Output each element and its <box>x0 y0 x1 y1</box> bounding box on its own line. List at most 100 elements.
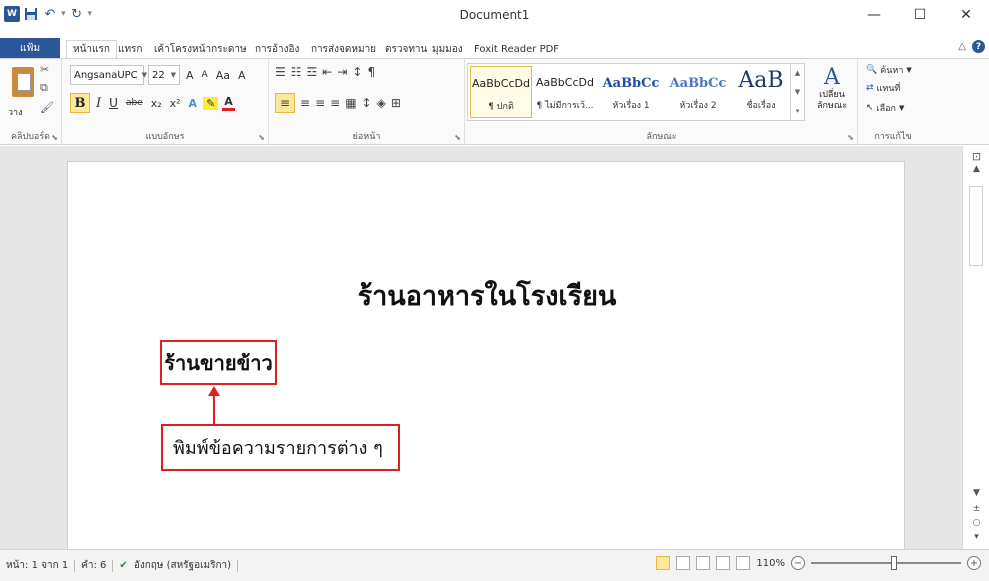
undo-dropdown-icon[interactable]: ▾ <box>61 9 66 19</box>
decrease-indent-icon[interactable]: ⇤ <box>322 65 332 79</box>
change-case-button[interactable]: Aa <box>214 69 232 82</box>
document-area[interactable]: ร้านอาหารในโรงเรียน ร้านขายข้าว พิมพ์ข้อ… <box>0 146 962 549</box>
scroll-down-icon[interactable]: ▼ <box>963 488 989 498</box>
font-launcher-icon[interactable]: ⬊ <box>258 133 265 142</box>
strikethrough-button[interactable]: abe <box>124 98 145 108</box>
style-no-spacing[interactable]: AaBbCcDd ¶ ไม่มีการเว้... <box>534 66 596 118</box>
chevron-down-icon[interactable]: ▼ <box>795 88 800 96</box>
sort-icon[interactable]: ↕ <box>352 65 362 79</box>
ruler-toggle-icon[interactable]: ⊡ <box>963 150 989 163</box>
font-name-combo[interactable]: AngsanaUPC ▼ <box>70 65 147 85</box>
close-button[interactable]: ✕ <box>943 0 989 30</box>
shading-icon[interactable]: ◈ <box>377 96 386 110</box>
multilevel-list-icon[interactable]: ☲ <box>307 65 318 79</box>
replace-button[interactable]: ⇄ แทนที่ <box>866 81 900 95</box>
underline-button[interactable]: U <box>107 96 120 110</box>
italic-button[interactable]: I <box>94 96 103 111</box>
align-left-icon[interactable]: ≡ <box>275 93 295 113</box>
word-logo-icon[interactable]: W <box>4 6 20 22</box>
tab-references[interactable]: การอ้างอิง <box>255 40 299 58</box>
highlight-icon[interactable]: ✎ <box>203 96 219 110</box>
paste-icon[interactable] <box>8 63 36 99</box>
format-painter-icon[interactable]: 🖌 <box>40 101 54 114</box>
minimize-button[interactable]: — <box>851 0 897 30</box>
customize-qat-icon[interactable]: ▾ <box>88 9 93 19</box>
next-page-icon[interactable]: ▾ <box>963 532 989 542</box>
show-marks-icon[interactable]: ¶ <box>367 65 375 79</box>
font-size-combo[interactable]: 22 ▼ <box>148 65 180 85</box>
zoom-in-button[interactable]: + <box>967 556 981 570</box>
style-heading-1[interactable]: AaBbCc หัวเรื่อง 1 <box>598 66 664 118</box>
clear-formatting-button[interactable]: A <box>236 69 248 82</box>
select-label: เลือก <box>876 104 896 114</box>
draft-icon[interactable] <box>736 556 751 570</box>
paragraph-launcher-icon[interactable]: ⬊ <box>454 133 461 142</box>
zoom-level[interactable]: 110% <box>756 558 785 569</box>
style-preview: AaBbCc <box>669 76 727 91</box>
browse-object-icon[interactable]: ○ <box>963 518 989 528</box>
align-right-icon[interactable]: ≡ <box>315 96 325 110</box>
styles-scroll[interactable]: ▲ ▼ ▾ <box>790 64 804 120</box>
outline-icon[interactable] <box>716 556 731 570</box>
zoom-slider-thumb[interactable] <box>891 556 897 570</box>
style-title[interactable]: AaB ชื่อเรื่อง <box>732 66 790 118</box>
document-page[interactable]: ร้านอาหารในโรงเรียน ร้านขายข้าว พิมพ์ข้อ… <box>67 161 905 549</box>
clipboard-launcher-icon[interactable]: ⬊ <box>51 133 58 142</box>
scroll-thumb[interactable] <box>969 186 983 266</box>
page-indicator[interactable]: หน้า: 1 จาก 1 <box>6 558 68 573</box>
change-styles-button[interactable]: A เปลี่ยน ลักษณะ <box>812 65 852 135</box>
zoom-out-button[interactable]: − <box>791 556 805 570</box>
cut-icon[interactable]: ✂ <box>40 63 49 76</box>
full-screen-reading-icon[interactable] <box>676 556 691 570</box>
tab-view[interactable]: มุมมอง <box>432 40 463 58</box>
vertical-scrollbar[interactable]: ⊡ ▲ ▼ ± ○ ▾ <box>962 146 989 549</box>
paste-button[interactable]: วาง <box>8 105 23 119</box>
select-button[interactable]: ↖ เลือก ▼ <box>866 101 904 115</box>
scroll-up-icon[interactable]: ▲ <box>963 164 989 174</box>
collapse-ribbon-icon[interactable]: △ <box>958 41 966 52</box>
chevron-up-icon[interactable]: ▲ <box>795 69 800 77</box>
find-button[interactable]: 🔍 ค้นหา ▼ <box>866 63 912 77</box>
maximize-button[interactable]: ☐ <box>897 0 943 30</box>
word-count[interactable]: คำ: 6 <box>81 558 106 573</box>
superscript-button[interactable]: x² <box>168 97 183 110</box>
tab-foxit[interactable]: Foxit Reader PDF <box>474 40 559 58</box>
thai-distribute-icon[interactable]: ▦ <box>345 96 356 110</box>
document-heading: ร้านขายข้าว <box>160 340 277 385</box>
zoom-slider[interactable] <box>811 556 961 570</box>
copy-icon[interactable]: ⧉ <box>40 81 48 95</box>
tab-home[interactable]: หน้าแรก <box>66 40 117 58</box>
text-effects-icon[interactable]: A <box>187 97 200 110</box>
font-color-icon[interactable]: A <box>222 95 235 111</box>
save-icon[interactable] <box>23 6 39 22</box>
help-icon[interactable]: ? <box>972 40 985 53</box>
line-spacing-icon[interactable]: ↕ <box>362 96 372 110</box>
tab-file[interactable]: แฟ้ม <box>0 38 60 58</box>
tab-mailings[interactable]: การส่งจดหมาย <box>311 40 376 58</box>
language-indicator[interactable]: อังกฤษ (สหรัฐอเมริกา) <box>134 558 231 573</box>
style-heading-2[interactable]: AaBbCc หัวเรื่อง 2 <box>666 66 730 118</box>
grow-font-button[interactable]: A <box>184 69 196 82</box>
align-center-icon[interactable]: ≡ <box>300 96 310 110</box>
web-layout-icon[interactable] <box>696 556 711 570</box>
undo-icon[interactable]: ↶ <box>42 6 58 22</box>
shrink-font-button[interactable]: A <box>200 70 210 80</box>
style-preview: AaBbCcDd <box>536 76 594 89</box>
clipboard-group: วาง ✂ ⧉ 🖌 คลิปบอร์ด ⬊ <box>0 59 62 145</box>
print-layout-icon[interactable] <box>656 556 671 570</box>
subscript-button[interactable]: x₂ <box>149 97 164 110</box>
tab-page-layout[interactable]: เค้าโครงหน้ากระดาษ <box>154 40 247 58</box>
numbering-icon[interactable]: ☷ <box>291 65 302 79</box>
style-normal[interactable]: AaBbCcDd ¶ ปกติ <box>470 66 532 118</box>
tab-review[interactable]: ตรวจทาน <box>385 40 427 58</box>
previous-page-icon[interactable]: ± <box>963 504 989 514</box>
redo-icon[interactable]: ↻ <box>69 6 85 22</box>
proofing-icon[interactable]: ✔ <box>119 560 127 571</box>
justify-icon[interactable]: ≡ <box>330 96 340 110</box>
tab-insert[interactable]: แทรก <box>118 40 142 58</box>
borders-icon[interactable]: ⊞ <box>391 96 401 110</box>
bold-button[interactable]: B <box>70 93 90 113</box>
bullets-icon[interactable]: ☰ <box>275 65 286 79</box>
increase-indent-icon[interactable]: ⇥ <box>337 65 347 79</box>
more-styles-icon[interactable]: ▾ <box>796 107 800 115</box>
